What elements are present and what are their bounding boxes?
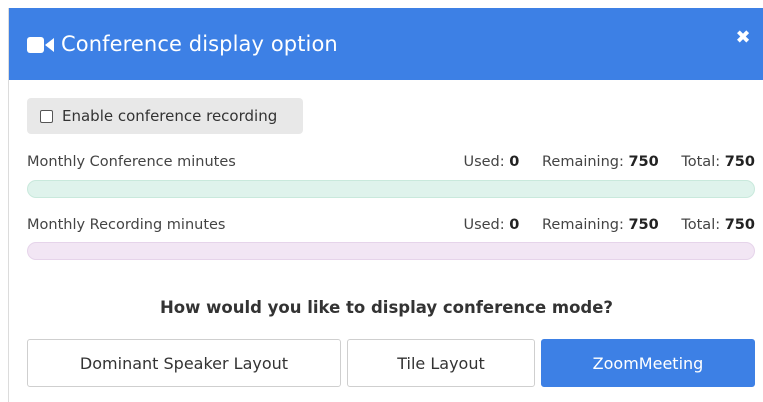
tile-layout-button[interactable]: Tile Layout bbox=[347, 339, 535, 387]
conference-remaining-value: 750 bbox=[628, 154, 659, 170]
conference-minutes-row: Monthly Conference minutes Used: 0 Remai… bbox=[27, 154, 755, 174]
recording-used-value: 0 bbox=[509, 217, 520, 233]
conference-display-dialog: Conference display option ✖ Enable confe… bbox=[8, 8, 763, 402]
recording-total-value: 750 bbox=[724, 217, 755, 233]
enable-recording-label: Enable conference recording bbox=[62, 107, 278, 125]
recording-minutes-label: Monthly Recording minutes bbox=[27, 217, 226, 233]
recording-used-label: Used: bbox=[463, 217, 505, 233]
conference-minutes-progress-bar bbox=[27, 180, 755, 198]
conference-total-label: Total: bbox=[681, 154, 721, 170]
dialog-title: Conference display option bbox=[61, 32, 338, 56]
recording-total-label: Total: bbox=[681, 217, 721, 233]
enable-recording-checkbox[interactable] bbox=[40, 110, 53, 123]
dominant-speaker-layout-button[interactable]: Dominant Speaker Layout bbox=[27, 339, 341, 387]
dialog-header: Conference display option ✖ bbox=[9, 8, 763, 80]
recording-minutes-progress-bar bbox=[27, 242, 755, 260]
conference-total-value: 750 bbox=[724, 154, 755, 170]
conference-used-label: Used: bbox=[463, 154, 505, 170]
video-camera-icon bbox=[27, 37, 54, 53]
display-mode-question: How would you like to display conference… bbox=[159, 298, 613, 317]
conference-minutes-label: Monthly Conference minutes bbox=[27, 154, 236, 170]
close-icon[interactable]: ✖ bbox=[732, 27, 754, 49]
recording-minutes-row: Monthly Recording minutes Used: 0 Remain… bbox=[27, 217, 755, 237]
recording-remaining-label: Remaining: bbox=[541, 217, 624, 233]
conference-minutes-values: Used: 0 Remaining: 750 Total: 750 bbox=[445, 154, 755, 170]
enable-recording-toggle[interactable]: Enable conference recording bbox=[27, 98, 303, 134]
zoom-meeting-button[interactable]: ZoomMeeting bbox=[541, 339, 755, 387]
conference-used-value: 0 bbox=[509, 154, 520, 170]
recording-remaining-value: 750 bbox=[628, 217, 659, 233]
conference-remaining-label: Remaining: bbox=[541, 154, 624, 170]
recording-minutes-values: Used: 0 Remaining: 750 Total: 750 bbox=[445, 217, 755, 233]
